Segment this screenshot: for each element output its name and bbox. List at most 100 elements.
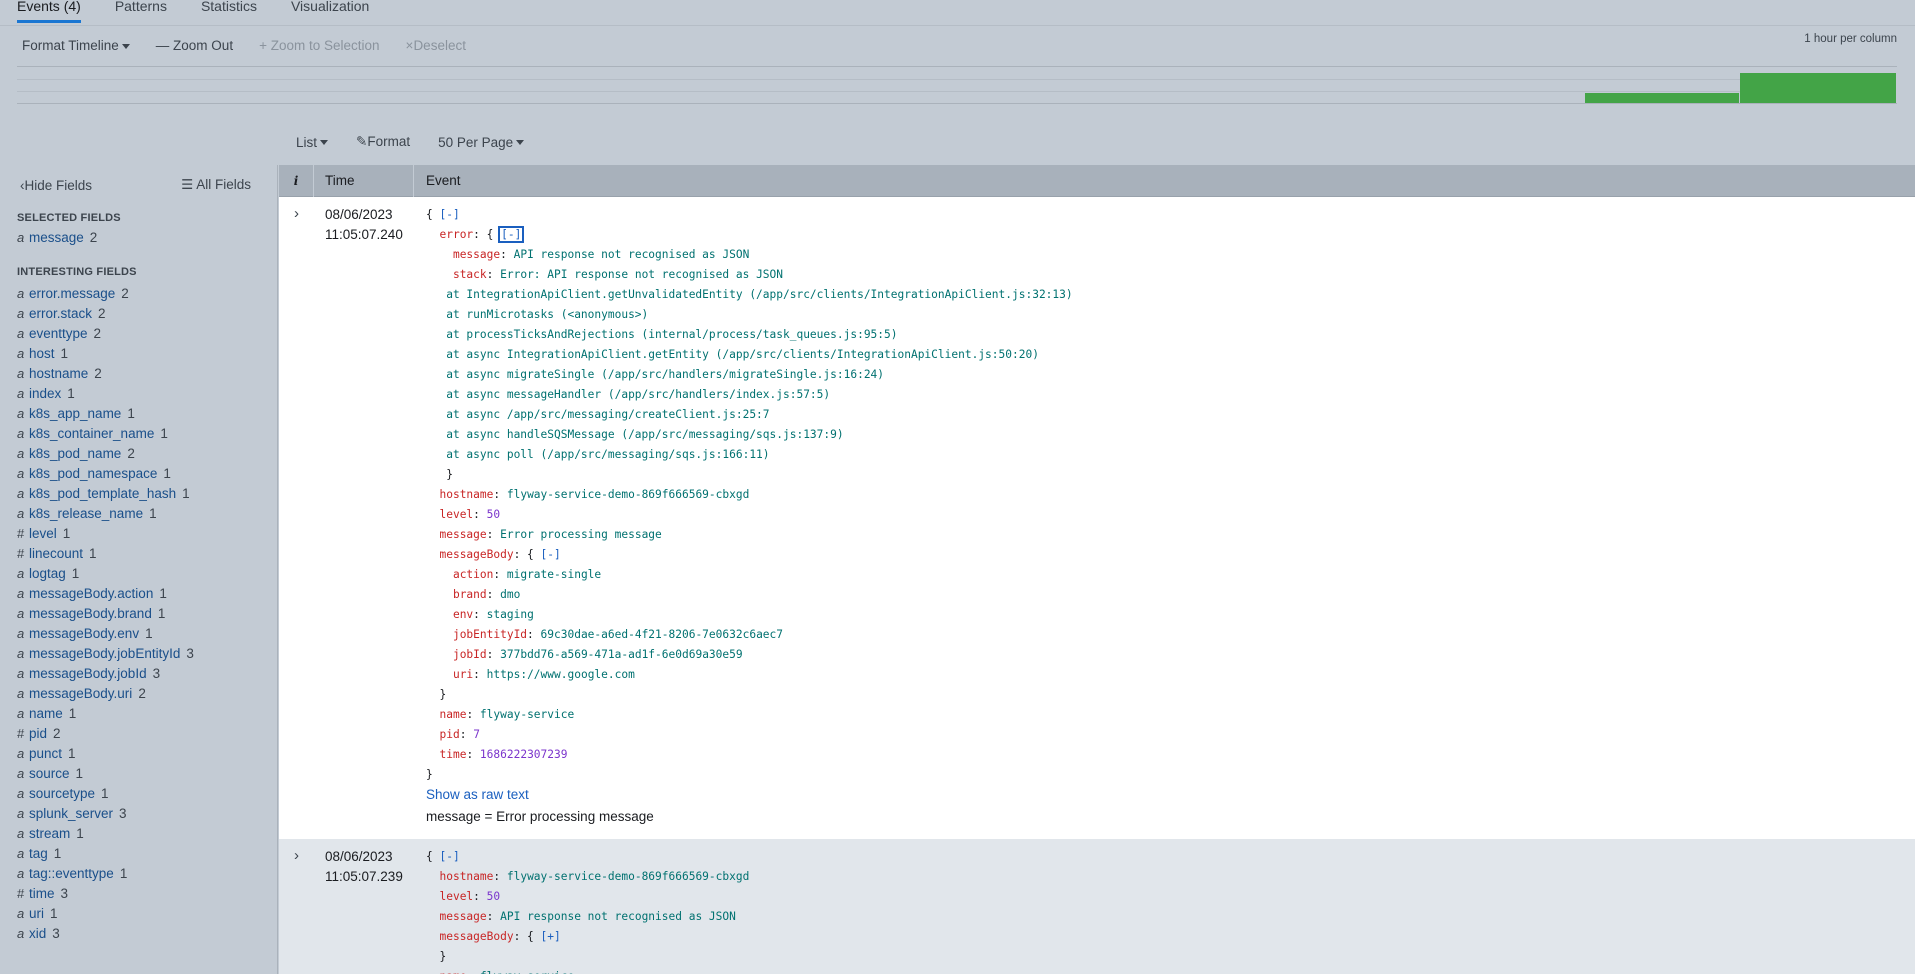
sidebar-field-k8s-app-name[interactable]: a k8s_app_name 1 — [0, 404, 277, 424]
json-value[interactable]: at async IntegrationApiClient.getEntity … — [446, 348, 1039, 361]
sidebar-field-k8s-pod-template-hash[interactable]: a k8s_pod_template_hash 1 — [0, 484, 277, 504]
json-key[interactable]: jobEntityId — [453, 628, 527, 641]
json-key[interactable]: hostname — [439, 870, 493, 883]
json-value[interactable]: at async poll (/app/src/messaging/sqs.js… — [446, 448, 769, 461]
json-value[interactable]: flyway-service — [480, 708, 574, 721]
sidebar-field-sourcetype[interactable]: a sourcetype 1 — [0, 784, 277, 804]
json-key[interactable]: stack — [453, 268, 487, 281]
per-page-button[interactable]: 50 Per Page — [438, 135, 525, 150]
sidebar-field-hostname[interactable]: a hostname 2 — [0, 364, 277, 384]
json-value[interactable]: https://www.google.com — [487, 668, 635, 681]
json-value[interactable]: 50 — [487, 890, 500, 903]
column-header-time[interactable]: Time — [314, 165, 414, 197]
json-key[interactable]: level — [439, 890, 473, 903]
json-value[interactable]: API response not recognised as JSON — [500, 910, 736, 923]
event-time[interactable]: 08/06/2023 11:05:07.240 — [314, 197, 414, 839]
json-key[interactable]: message — [453, 248, 500, 261]
timeline-histogram[interactable] — [17, 66, 1897, 104]
json-value[interactable]: at async handleSQSMessage (/app/src/mess… — [446, 428, 843, 441]
json-value[interactable]: Error: API response not recognised as JS… — [500, 268, 783, 281]
selected-field-value[interactable]: message = Error processing message — [426, 805, 1073, 825]
sidebar-field-time[interactable]: # time 3 — [0, 884, 277, 904]
expand-chevron-icon[interactable]: › — [279, 839, 314, 974]
format-button[interactable]: ✎Format — [356, 134, 410, 150]
sidebar-field-messagebody-env[interactable]: a messageBody.env 1 — [0, 624, 277, 644]
json-key[interactable]: name — [439, 708, 466, 721]
tab-events[interactable]: Events (4) — [0, 0, 98, 25]
sidebar-field-level[interactable]: # level 1 — [0, 524, 277, 544]
json-key[interactable]: brand — [453, 588, 487, 601]
collapse-toggle[interactable]: [+] — [541, 930, 561, 943]
sidebar-field-linecount[interactable]: # linecount 1 — [0, 544, 277, 564]
sidebar-field-xid[interactable]: a xid 3 — [0, 924, 277, 944]
json-value[interactable]: flyway-service — [480, 970, 574, 974]
json-value[interactable]: API response not recognised as JSON — [514, 248, 750, 261]
sidebar-field-messagebody-brand[interactable]: a messageBody.brand 1 — [0, 604, 277, 624]
sidebar-field-stream[interactable]: a stream 1 — [0, 824, 277, 844]
json-key[interactable]: action — [453, 568, 493, 581]
json-key[interactable]: error — [439, 228, 473, 241]
json-value[interactable]: Error processing message — [500, 528, 662, 541]
timeline-bar[interactable] — [1585, 92, 1740, 103]
json-key[interactable]: message — [439, 910, 486, 923]
sidebar-field-messagebody-action[interactable]: a messageBody.action 1 — [0, 584, 277, 604]
tab-visualization[interactable]: Visualization — [274, 0, 386, 25]
json-key[interactable]: time — [439, 748, 466, 761]
json-value[interactable]: 69c30dae-a6ed-4f21-8206-7e0632c6aec7 — [541, 628, 783, 641]
json-value[interactable]: at async migrateSingle (/app/src/handler… — [446, 368, 884, 381]
json-value[interactable]: at async messageHandler (/app/src/handle… — [446, 388, 830, 401]
sidebar-field-k8s-container-name[interactable]: a k8s_container_name 1 — [0, 424, 277, 444]
json-value[interactable]: flyway-service-demo-869f666569-cbxgd — [507, 488, 749, 501]
json-value[interactable]: 1686222307239 — [480, 748, 568, 761]
collapse-toggle[interactable]: [-] — [439, 850, 459, 863]
tab-statistics[interactable]: Statistics — [184, 0, 274, 25]
json-key[interactable]: name — [439, 970, 466, 974]
sidebar-field-tag-eventtype[interactable]: a tag::eventtype 1 — [0, 864, 277, 884]
json-key[interactable]: message — [439, 528, 486, 541]
json-value[interactable]: 377bdd76-a569-471a-ad1f-6e0d69a30e59 — [500, 648, 742, 661]
sidebar-field-splunk-server[interactable]: a splunk_server 3 — [0, 804, 277, 824]
deselect-button[interactable]: ×Deselect — [406, 38, 466, 53]
sidebar-field-pid[interactable]: # pid 2 — [0, 724, 277, 744]
zoom-out-button[interactable]: — Zoom Out — [156, 38, 233, 53]
sidebar-field-messagebody-uri[interactable]: a messageBody.uri 2 — [0, 684, 277, 704]
collapse-toggle[interactable]: [-] — [439, 208, 459, 221]
sidebar-field-k8s-release-name[interactable]: a k8s_release_name 1 — [0, 504, 277, 524]
sidebar-field-k8s-pod-name[interactable]: a k8s_pod_name 2 — [0, 444, 277, 464]
sidebar-field-error-message[interactable]: a error.message 2 — [0, 284, 277, 304]
json-value[interactable]: 7 — [473, 728, 480, 741]
sidebar-field-uri[interactable]: a uri 1 — [0, 904, 277, 924]
json-value[interactable]: dmo — [500, 588, 520, 601]
json-key[interactable]: uri — [453, 668, 473, 681]
json-value[interactable]: migrate-single — [507, 568, 601, 581]
sidebar-field-logtag[interactable]: a logtag 1 — [0, 564, 277, 584]
format-timeline-button[interactable]: Format Timeline — [22, 38, 130, 53]
sidebar-field-source[interactable]: a source 1 — [0, 764, 277, 784]
sidebar-field-messagebody-jobentityid[interactable]: a messageBody.jobEntityId 3 — [0, 644, 277, 664]
sidebar-field-eventtype[interactable]: a eventtype 2 — [0, 324, 277, 344]
json-key[interactable]: level — [439, 508, 473, 521]
json-value[interactable]: at processTicksAndRejections (internal/p… — [446, 328, 897, 341]
sidebar-field-host[interactable]: a host 1 — [0, 344, 277, 364]
show-raw-text-link[interactable]: Show as raw text — [426, 785, 1073, 805]
sidebar-field-punct[interactable]: a punct 1 — [0, 744, 277, 764]
expand-chevron-icon[interactable]: › — [279, 197, 314, 839]
json-value[interactable]: at IntegrationApiClient.getUnvalidatedEn… — [446, 288, 1072, 301]
list-view-button[interactable]: List — [296, 135, 329, 150]
sidebar-field-name[interactable]: a name 1 — [0, 704, 277, 724]
sidebar-field-index[interactable]: a index 1 — [0, 384, 277, 404]
sidebar-field-message[interactable]: a message 2 — [0, 228, 277, 248]
sidebar-field-k8s-pod-namespace[interactable]: a k8s_pod_namespace 1 — [0, 464, 277, 484]
json-key[interactable]: hostname — [439, 488, 493, 501]
event-time[interactable]: 08/06/2023 11:05:07.239 — [314, 839, 414, 974]
timeline-bar[interactable] — [1740, 73, 1897, 103]
json-value[interactable]: flyway-service-demo-869f666569-cbxgd — [507, 870, 749, 883]
json-key[interactable]: messageBody — [439, 548, 513, 561]
json-key[interactable]: pid — [439, 728, 459, 741]
sidebar-field-messagebody-jobid[interactable]: a messageBody.jobId 3 — [0, 664, 277, 684]
collapse-toggle[interactable]: [-] — [541, 548, 561, 561]
tab-patterns[interactable]: Patterns — [98, 0, 184, 25]
zoom-to-selection-button[interactable]: + Zoom to Selection — [259, 38, 379, 53]
all-fields-button[interactable]: ☰ All Fields — [181, 177, 251, 193]
json-value[interactable]: at async /app/src/messaging/createClient… — [446, 408, 769, 421]
